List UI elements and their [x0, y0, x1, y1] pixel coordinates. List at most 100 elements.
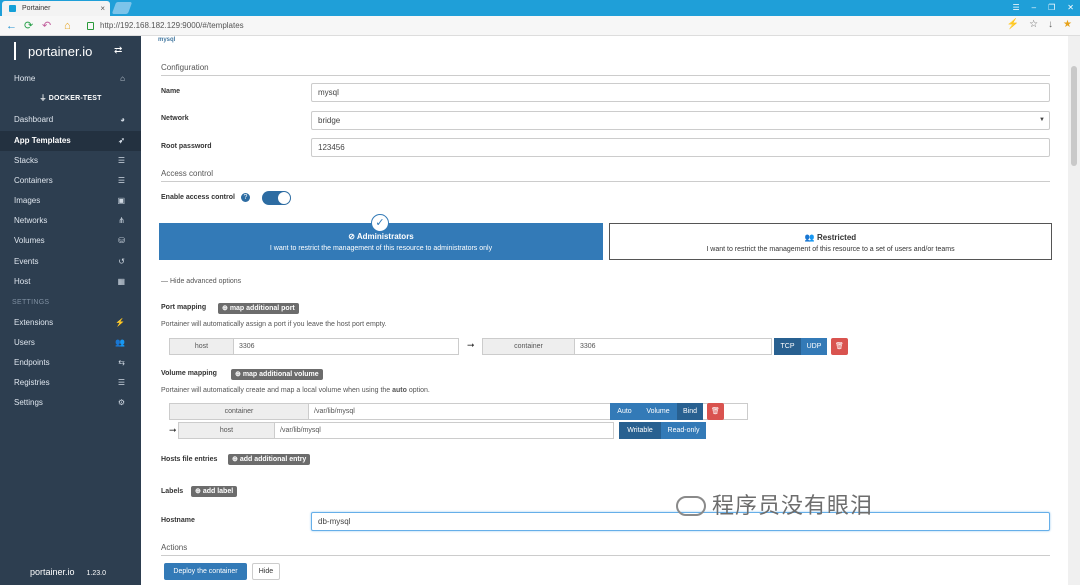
volume-button[interactable]: Volume — [639, 403, 677, 420]
toggle-knob — [278, 192, 290, 204]
restricted-option[interactable]: 👥 Restricted I want to restrict the mana… — [609, 223, 1052, 260]
tab-title: Portainer — [22, 5, 51, 12]
sidebar-item-label: App Templates — [14, 136, 71, 145]
undo-icon[interactable]: ↶ — [42, 19, 51, 33]
tcp-button[interactable]: TCP — [774, 338, 801, 355]
sidebar: portainer.io ⇄ Home ⌂ ⏚ DOCKER-TEST Dashb… — [0, 36, 141, 585]
portainer-logo[interactable]: portainer.io — [14, 42, 92, 60]
sidebar-item-events[interactable]: Events ↺ — [0, 252, 141, 272]
port-host-input[interactable]: 3306 — [233, 338, 459, 355]
tachometer-icon: ◕ — [120, 115, 125, 124]
menu-icon[interactable]: ☰ — [1013, 0, 1020, 16]
map-volume-button[interactable]: ⊕ map additional volume — [231, 369, 323, 380]
sidebar-item-extensions[interactable]: Extensions ⚡ — [0, 313, 141, 333]
minus-icon: — — [161, 278, 170, 285]
hostname-label: Hostname — [161, 517, 195, 524]
sidebar-item-containers[interactable]: Containers ☰ — [0, 171, 141, 191]
url-input[interactable]: http://192.168.182.129:9000/#/templates — [84, 19, 994, 33]
sidebar-item-app-templates[interactable]: App Templates ➶ — [0, 131, 141, 151]
volume-host-addon: host — [178, 422, 275, 439]
bookmark-star-icon[interactable]: ☆ — [1029, 19, 1038, 30]
name-input[interactable]: mysql — [311, 83, 1050, 102]
cubes-icon: ⛁ — [118, 236, 125, 245]
back-icon[interactable]: ← — [6, 19, 17, 33]
bind-button[interactable]: Bind — [677, 403, 703, 420]
volume-help-post: option. — [406, 387, 430, 394]
sidebar-item-registries[interactable]: Registries ☰ — [0, 373, 141, 393]
wechat-icon — [676, 496, 706, 516]
udp-button[interactable]: UDP — [801, 338, 827, 355]
plus-circle-icon: ⊕ — [195, 488, 203, 495]
home-icon[interactable]: ⌂ — [64, 19, 71, 33]
sidebar-item-endpoints[interactable]: Endpoints ⇆ — [0, 353, 141, 373]
check-icon: ✓ — [371, 214, 389, 232]
sidebar-item-images[interactable]: Images ▣ — [0, 191, 141, 211]
auto-button[interactable]: Auto — [610, 403, 639, 420]
main-content: mysql Configuration Name mysql Network b… — [141, 36, 1068, 585]
sidebar-item-volumes[interactable]: Volumes ⛁ — [0, 231, 141, 251]
browser-tab-bar: Portainer × ☰ – ❐ ✕ — [0, 0, 1080, 16]
network-value: bridge — [318, 116, 341, 125]
browser-tab[interactable]: Portainer × — [2, 1, 110, 16]
question-circle-icon[interactable]: ? — [241, 193, 250, 202]
volume-host-input[interactable]: /var/lib/mysql — [274, 422, 614, 439]
long-arrow-right-icon: ➞ — [169, 425, 177, 435]
deploy-container-button[interactable]: Deploy the container — [164, 563, 247, 580]
close-window-icon[interactable]: ✕ — [1067, 0, 1074, 16]
configuration-header: Configuration — [161, 63, 1050, 76]
volume-help-auto: auto — [392, 387, 407, 394]
new-tab-button[interactable] — [111, 2, 133, 14]
readonly-button[interactable]: Read-only — [661, 422, 706, 439]
page-scrollbar[interactable] — [1068, 36, 1080, 585]
name-label: Name — [161, 88, 181, 95]
map-port-button[interactable]: ⊕ map additional port — [218, 303, 299, 314]
sidebar-item-home[interactable]: Home ⌂ — [0, 69, 141, 89]
root-password-input[interactable]: 123456 — [311, 138, 1050, 157]
scrollbar-thumb[interactable] — [1071, 66, 1077, 166]
volume-help-pre: Portainer will automatically create and … — [161, 387, 393, 394]
sidebar-item-networks[interactable]: Networks ⋔ — [0, 211, 141, 231]
writable-button[interactable]: Writable — [619, 422, 661, 439]
trash-icon[interactable]: 🗑 — [707, 403, 724, 420]
port-container-input[interactable]: 3306 — [574, 338, 772, 355]
sidebar-item-stacks[interactable]: Stacks ☰ — [0, 151, 141, 171]
swap-icon[interactable]: ⇄ — [114, 45, 122, 56]
access-control-toggle[interactable] — [262, 191, 291, 205]
portainer-favicon-icon — [9, 5, 16, 12]
network-select[interactable]: bridge ▼ — [311, 111, 1050, 130]
sidebar-item-dashboard[interactable]: Dashboard ◕ — [0, 110, 141, 130]
add-label-button[interactable]: ⊕ add label — [191, 486, 238, 497]
sidebar-item-settings[interactable]: Settings ⚙ — [0, 393, 141, 413]
th-list-icon: ☰ — [117, 156, 125, 165]
flash-icon[interactable]: ⚡ — [1007, 19, 1019, 30]
footer-logo[interactable]: portainer.io — [30, 567, 75, 577]
address-bar: ← ⟳ ↶ ⌂ http://192.168.182.129:9000/#/te… — [0, 16, 1080, 36]
endpoint-name: ⏚ DOCKER-TEST — [0, 93, 141, 103]
hide-advanced-text: Hide advanced options — [169, 278, 242, 285]
trash-icon[interactable]: 🗑 — [831, 338, 848, 355]
logo-text: portainer.io — [28, 44, 93, 59]
sidebar-item-label: Endpoints — [14, 358, 50, 367]
users-icon: 👥 — [115, 338, 125, 347]
hide-advanced-link[interactable]: — Hide advanced options — [161, 278, 241, 285]
sitemap-icon: ⋔ — [118, 216, 125, 225]
minimize-icon[interactable]: – — [1032, 0, 1036, 16]
restricted-title: Restricted — [817, 233, 857, 242]
download-icon[interactable]: ↓ — [1048, 19, 1053, 30]
volume-container-addon: container — [169, 403, 309, 420]
sidebar-item-label: Registries — [14, 378, 50, 387]
add-entry-button[interactable]: ⊕ add additional entry — [228, 454, 311, 465]
plus-circle-icon: ⊕ — [235, 371, 243, 378]
restore-icon[interactable]: ❐ — [1048, 0, 1055, 16]
plus-circle-icon: ⊕ — [232, 456, 240, 463]
sidebar-item-host[interactable]: Host ▦ — [0, 272, 141, 292]
reload-icon[interactable]: ⟳ — [24, 19, 33, 33]
sidebar-item-users[interactable]: Users 👥 — [0, 333, 141, 353]
favorites-icon[interactable]: ★ — [1063, 19, 1072, 30]
secure-shield-icon — [87, 22, 94, 30]
hide-button[interactable]: Hide — [252, 563, 280, 580]
name-value: mysql — [318, 88, 339, 97]
version-text: 1.23.0 — [86, 570, 106, 577]
tab-close-icon[interactable]: × — [100, 1, 105, 16]
rocket-icon: ➶ — [118, 136, 125, 145]
